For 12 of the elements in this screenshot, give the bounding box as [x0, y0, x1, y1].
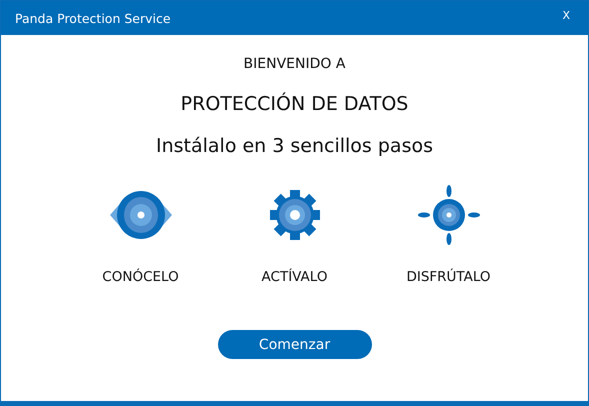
welcome-heading: BIENVENIDO A: [244, 56, 346, 72]
close-button[interactable]: X: [558, 6, 574, 24]
subtitle: Instálalo en 3 sencillos pasos: [156, 135, 433, 157]
window-title: Panda Protection Service: [15, 10, 171, 26]
step-label: CONÓCELO: [102, 269, 179, 285]
eye-icon: [110, 191, 172, 239]
product-title: PROTECCIÓN DE DATOS: [180, 93, 408, 115]
step-label: ACTÍVALO: [262, 269, 328, 285]
step-label: DISFRÚTALO: [406, 269, 491, 285]
gear-icon: [270, 190, 320, 240]
start-button[interactable]: Comenzar: [218, 330, 372, 359]
target-icon: [418, 185, 480, 245]
